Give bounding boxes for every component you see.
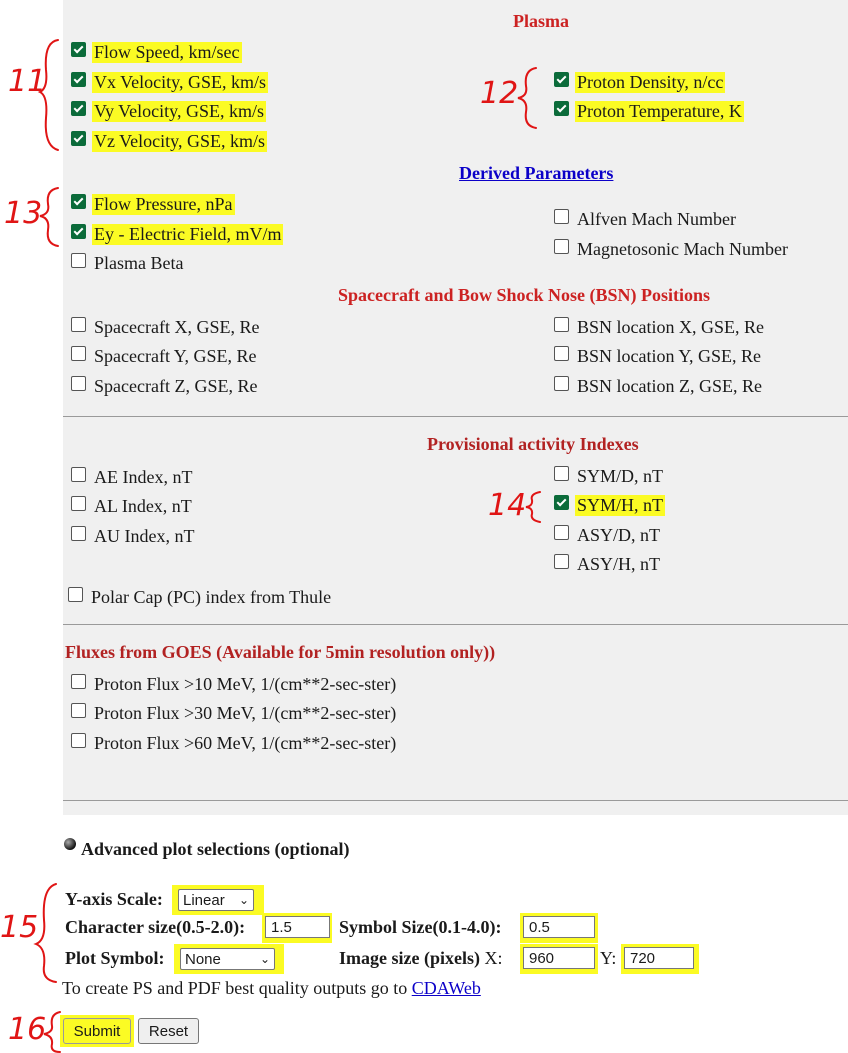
brace-12	[517, 67, 537, 129]
annotation-overlay	[33, 39, 541, 1053]
annotation-15: 15	[0, 910, 39, 945]
brace-15	[33, 883, 57, 983]
annotation-14: 14	[488, 488, 527, 523]
annotation-13: 13	[4, 196, 43, 231]
brace-13	[39, 187, 59, 247]
annotation-12: 12	[480, 76, 519, 111]
annotation-16: 16	[8, 1012, 47, 1047]
annotation-11: 11	[8, 64, 47, 99]
brace-16	[43, 1011, 61, 1053]
brace-14	[525, 491, 541, 523]
